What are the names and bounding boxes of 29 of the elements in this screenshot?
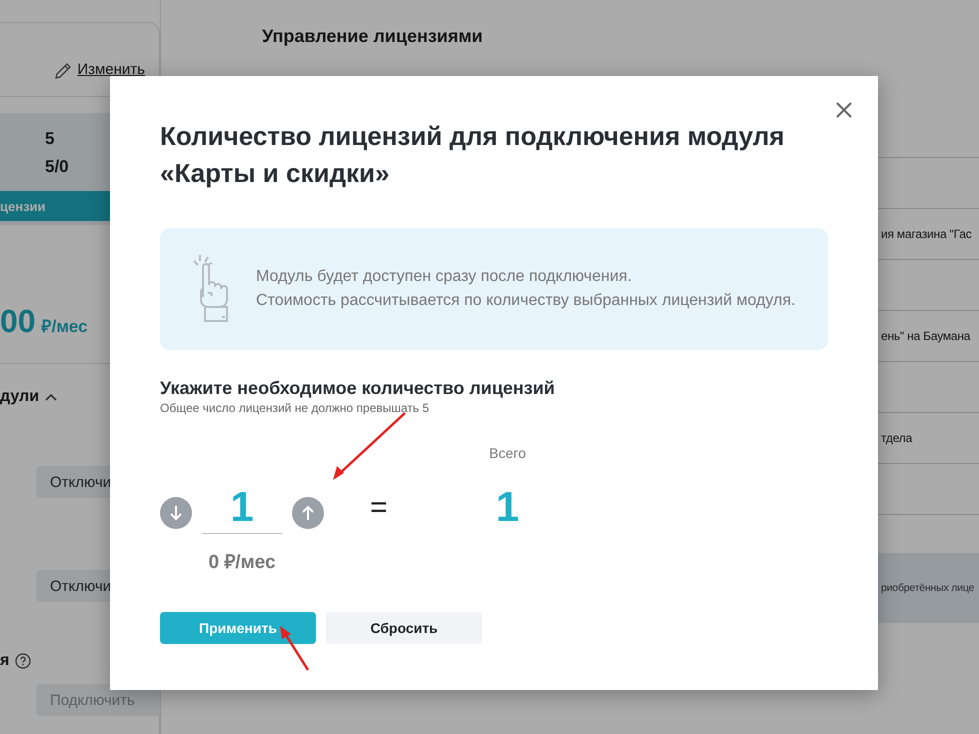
section-header: дули (0, 388, 40, 406)
table-cell: ень" на Баумана (881, 329, 970, 343)
close-button[interactable] (834, 100, 854, 120)
stat-value: 5/0 (44, 156, 70, 178)
stat-value: 5 (44, 128, 56, 150)
decrease-button[interactable] (160, 497, 192, 529)
page-title: Управление лицензиями (262, 26, 483, 46)
table-cell: ия магазина "Гас (881, 227, 972, 241)
price-unit: ₽/мес (42, 316, 88, 337)
help-icon[interactable] (15, 653, 32, 669)
table-cell: тдела (881, 431, 912, 445)
section-heading: Укажите необходимое количество лицензий (160, 378, 556, 399)
dialog-title: Количество лицензий для подключения модуля «Карты и скидки» (160, 120, 786, 190)
hint-text: Общее число лицензий не должно превышать 5 (160, 401, 430, 415)
equals-sign: = (370, 491, 388, 525)
total-value: 1 (496, 483, 520, 531)
arrow-down-icon (169, 505, 183, 521)
price-text: 0 ₽/мес (208, 551, 276, 574)
pencil-icon (53, 61, 74, 81)
total-label: Всего (489, 445, 526, 463)
increase-button[interactable] (292, 497, 324, 529)
price-value: 00 (0, 303, 36, 340)
edit-link[interactable]: Изменить (77, 61, 145, 78)
chevron-icon[interactable] (45, 393, 58, 401)
info-text: Модуль будет доступен сразу после подключения. Стоимость рассчитывается по количеству выбранных лицензий модуля. (256, 267, 796, 311)
annotation-arrow (280, 626, 310, 671)
reset-button[interactable]: Сбросить (326, 612, 482, 644)
section-label: я (0, 652, 10, 670)
arrow-up-icon (301, 505, 315, 521)
